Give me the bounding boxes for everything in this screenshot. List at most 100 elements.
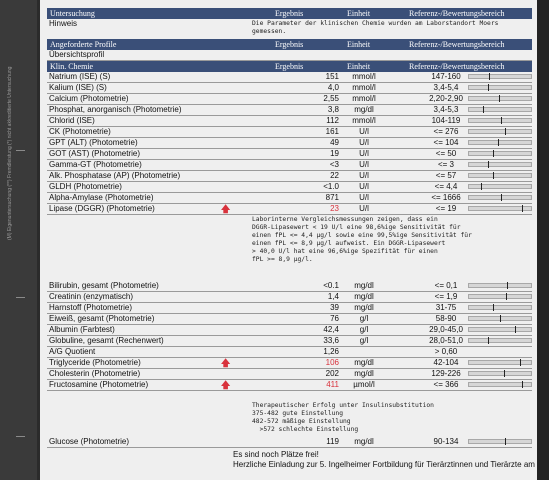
gauge-marker	[505, 438, 506, 445]
test-result: <0.1	[323, 281, 339, 290]
gauge-marker	[522, 205, 524, 212]
header-col-unit: Einheit	[347, 62, 371, 71]
gauge-marker	[488, 73, 490, 80]
lipase-note: Laborinterne Vergleichsmessungen zeigen,…	[252, 216, 472, 263]
footer-line-2: Herzliche Einladung zur 5. Ingelheimer F…	[233, 460, 535, 469]
reference-gauge	[468, 438, 532, 445]
gauge-marker	[501, 117, 503, 124]
gauge-marker	[487, 161, 489, 168]
test-result: 49	[330, 138, 339, 147]
test-unit	[343, 347, 385, 357]
test-unit: U/l	[359, 171, 369, 180]
table-row: Alpha-Amylase (Photometrie) 871 U/l <= 1666	[47, 193, 532, 204]
test-name: Globuline, gesamt (Rechenwert)	[49, 336, 164, 345]
test-result: 3,8	[327, 105, 339, 114]
gauge-marker	[500, 315, 501, 322]
table-row: A/G Quotient 1,26 > 0,60	[47, 347, 532, 358]
table-row: 🡅 Triglyceride (Photometrie) 106 mg/dl 42-10…	[47, 358, 532, 369]
test-unit: U/l	[359, 127, 369, 136]
test-reference: > 0,60	[434, 347, 458, 356]
table-row: Phosphat, anorganisch (Photometrie) 3,8 mg…	[47, 105, 532, 116]
test-unit: U/l	[359, 204, 369, 213]
gauge-marker	[505, 128, 506, 135]
reference-gauge	[468, 106, 532, 113]
reference-gauge	[468, 84, 532, 91]
test-name: Albumin (Farbtest)	[49, 325, 115, 334]
test-unit: mg/dl	[354, 358, 374, 367]
test-unit: U/l	[359, 160, 369, 169]
table-row: Bilirubin, gesamt (Photometrie) <0.1 mg/dl…	[47, 281, 532, 292]
reference-gauge	[468, 73, 532, 80]
table-row-glucose: Glucose (Photometrie) 119 mg/dl 90-134	[47, 437, 532, 448]
table-row: Creatinin (enzymatisch) 1,4 mg/dl <= 1,9	[47, 292, 532, 303]
test-result: 411	[326, 380, 339, 389]
test-result: 33,6	[323, 336, 339, 345]
test-unit: U/l	[359, 193, 369, 202]
test-result: 112	[326, 116, 339, 125]
reference-gauge	[468, 381, 532, 388]
test-result: 871	[325, 193, 339, 202]
gauge-marker	[501, 194, 503, 201]
gauge-marker	[487, 337, 489, 344]
margin-tick-mark	[16, 297, 25, 298]
table-row: CK (Photometrie) 161 U/l <= 276	[47, 127, 532, 138]
header-col-unit: Einheit	[347, 9, 371, 18]
test-name: Gamma-GT (Photometrie)	[49, 160, 142, 169]
reference-gauge	[468, 117, 532, 124]
test-name: Phosphat, anorganisch (Photometrie)	[49, 105, 182, 114]
table-header-klin-chemie: Klin. Chemie Ergebnis Einheit Referenz-/…	[47, 61, 532, 72]
table-row: Calcium (Photometrie) 2,55 mmol/l 2,20-2,90	[47, 94, 532, 105]
table-header-profiles: Angeforderte Profile Ergebnis Einheit Re…	[47, 39, 532, 50]
test-result: 23	[330, 204, 339, 213]
test-name: Chlorid (ISE)	[49, 116, 95, 125]
table-row: Albumin (Farbtest) 42,4 g/l 29,0-45,0	[47, 325, 532, 336]
profile-name: Übersichtsprofil	[49, 50, 105, 59]
test-name: Lipase (DGGR) (Photometrie)	[49, 204, 155, 213]
test-unit: U/l	[359, 138, 369, 147]
header-col-result: Ergebnis	[275, 9, 304, 18]
test-unit: mg/dl	[354, 105, 374, 114]
test-unit: g/l	[359, 336, 369, 345]
reference-gauge	[468, 293, 532, 300]
test-unit: mmol/l	[352, 94, 376, 103]
header-col-reference: Referenz-/Bewertungsbereich	[409, 40, 505, 49]
right-edge-strip	[537, 0, 549, 480]
table-row: Natrium (ISE) (S) 151 mmol/l 147-160	[47, 72, 532, 83]
table-row: Globuline, gesamt (Rechenwert) 33,6 g/l 28,…	[47, 336, 532, 347]
test-name: Alk. Phosphatase (AP) (Photometrie)	[49, 171, 181, 180]
test-result: 1,26	[323, 347, 339, 356]
header-col-test: Untersuchung	[50, 9, 95, 18]
left-margin-strip: (M) Eigenuntersuchung (**) Fremdleistung…	[0, 0, 37, 480]
profile-row: Übersichtsprofil	[47, 50, 532, 61]
reference-gauge	[468, 315, 532, 322]
test-name: GOT (AST) (Photometrie)	[49, 149, 140, 158]
test-name: Natrium (ISE) (S)	[49, 72, 111, 81]
reference-gauge	[468, 194, 532, 201]
test-name: Alpha-Amylase (Photometrie)	[49, 193, 154, 202]
test-result: 202	[325, 369, 339, 378]
fructosamine-note: Therapeutischer Erfolg unter Insulinsubs…	[252, 402, 434, 433]
test-name: GPT (ALT) (Photometrie)	[49, 138, 138, 147]
gauge-marker	[482, 106, 484, 113]
test-unit: mg/dl	[354, 292, 374, 301]
test-name: CK (Photometrie)	[49, 127, 111, 136]
test-unit: mg/dl	[354, 437, 374, 446]
header-col-result: Ergebnis	[275, 62, 304, 71]
header-col-reference: Referenz-/Bewertungsbereich	[409, 9, 505, 18]
table-row: Eiweiß, gesamt (Photometrie) 76 g/l 58-90	[47, 314, 532, 325]
gauge-marker	[487, 84, 489, 91]
test-name: Harnstoff (Photometrie)	[49, 303, 132, 312]
test-result: <3	[329, 160, 339, 169]
test-name: GLDH (Photometrie)	[49, 182, 122, 191]
reference-gauge	[468, 183, 532, 190]
margin-legend-text: (M) Eigenuntersuchung (**) Fremdleistung…	[7, 66, 13, 240]
table-row: Gamma-GT (Photometrie) <3 U/l <= 3	[47, 160, 532, 171]
table-row: GLDH (Photometrie) <1.0 U/l <= 4,4	[47, 182, 532, 193]
test-result: 161	[325, 127, 339, 136]
test-name: Triglyceride (Photometrie)	[49, 358, 141, 367]
reference-gauge	[468, 172, 532, 179]
gauge-marker	[498, 95, 500, 102]
footer-line-1: Es sind noch Plätze frei!	[233, 450, 319, 459]
test-name: Creatinin (enzymatisch)	[49, 292, 134, 301]
test-result: 19	[330, 149, 339, 158]
